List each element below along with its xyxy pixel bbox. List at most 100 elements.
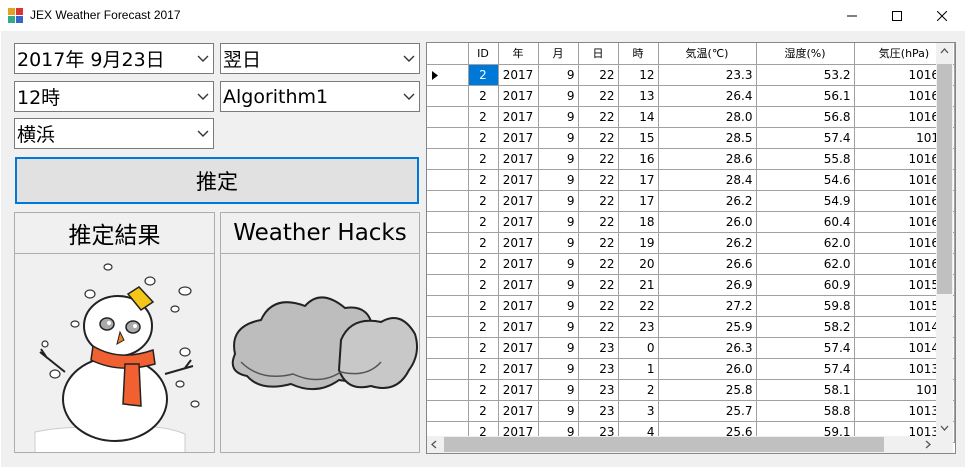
table-cell[interactable]: 9	[538, 127, 579, 149]
table-cell[interactable]: 25.8	[658, 379, 757, 401]
table-cell[interactable]: 26.3	[658, 337, 757, 359]
table-cell[interactable]: 3	[618, 400, 659, 422]
close-button[interactable]	[919, 0, 965, 31]
horizontal-scroll-thumb[interactable]	[444, 437, 884, 452]
row-header[interactable]	[427, 211, 469, 233]
table-cell[interactable]: 17	[618, 169, 659, 191]
estimate-button[interactable]: 推定	[15, 157, 419, 204]
minimize-button[interactable]	[829, 0, 875, 31]
row-header[interactable]	[427, 274, 469, 296]
table-cell[interactable]: 23	[578, 337, 619, 359]
table-cell[interactable]: 59.8	[756, 295, 855, 317]
table-row[interactable]: 2 2017 9 22 19 26.2 62.0 1016.0	[427, 232, 955, 254]
table-cell[interactable]: 2	[468, 316, 499, 338]
table-cell[interactable]: 2	[468, 295, 499, 317]
table-cell[interactable]: 57.4	[756, 358, 855, 380]
table-cell[interactable]: 56.8	[756, 106, 855, 128]
table-cell[interactable]: 12	[618, 64, 659, 86]
table-cell[interactable]: 2017	[498, 211, 539, 233]
row-header[interactable]	[427, 64, 469, 86]
date-picker[interactable]: 2017年 9月23日	[14, 43, 214, 74]
table-row[interactable]: 2 2017 9 22 16 28.6 55.8 1016.4	[427, 148, 955, 170]
table-cell[interactable]: 2	[468, 358, 499, 380]
table-cell[interactable]: 26.0	[658, 211, 757, 233]
table-cell[interactable]: 2017	[498, 106, 539, 128]
table-cell[interactable]: 26.9	[658, 274, 757, 296]
table-cell[interactable]: 16	[618, 148, 659, 170]
table-cell[interactable]: 2	[468, 400, 499, 422]
table-cell[interactable]: 28.0	[658, 106, 757, 128]
table-cell[interactable]: 19	[618, 232, 659, 254]
table-cell[interactable]: 23	[618, 316, 659, 338]
chevron-up-icon[interactable]	[940, 48, 949, 54]
table-cell[interactable]: 26.2	[658, 232, 757, 254]
table-cell[interactable]: 18	[618, 211, 659, 233]
table-cell[interactable]: 0	[618, 337, 659, 359]
table-cell[interactable]: 22	[578, 85, 619, 107]
table-cell[interactable]: 9	[538, 253, 579, 275]
table-cell[interactable]: 2017	[498, 190, 539, 212]
table-cell[interactable]: 2017	[498, 337, 539, 359]
table-cell[interactable]: 2	[468, 274, 499, 296]
table-cell[interactable]: 22	[578, 106, 619, 128]
table-cell[interactable]: 28.6	[658, 148, 757, 170]
table-cell[interactable]: 23	[578, 379, 619, 401]
row-header[interactable]	[427, 106, 469, 128]
table-row[interactable]: 2 2017 9 22 23 25.9 58.2 1014.8	[427, 316, 955, 338]
table-cell[interactable]: 2	[468, 64, 499, 86]
table-cell[interactable]: 54.9	[756, 190, 855, 212]
column-header[interactable]: 月	[538, 43, 579, 65]
table-cell[interactable]: 2	[468, 169, 499, 191]
table-cell[interactable]: 26.2	[658, 190, 757, 212]
table-cell[interactable]: 22	[578, 190, 619, 212]
table-cell[interactable]: 9	[538, 64, 579, 86]
table-row[interactable]: 2 2017 9 22 18 26.0 60.4 1016.7	[427, 211, 955, 233]
row-header[interactable]	[427, 232, 469, 254]
row-header[interactable]	[427, 190, 469, 212]
table-cell[interactable]: 25.9	[658, 316, 757, 338]
table-cell[interactable]: 2	[468, 253, 499, 275]
table-cell[interactable]: 22	[578, 148, 619, 170]
table-cell[interactable]: 28.5	[658, 127, 757, 149]
table-cell[interactable]: 54.6	[756, 169, 855, 191]
table-cell[interactable]: 28.4	[658, 169, 757, 191]
table-cell[interactable]: 9	[538, 316, 579, 338]
row-header[interactable]	[427, 295, 469, 317]
table-cell[interactable]: 22	[578, 232, 619, 254]
table-cell[interactable]: 22	[578, 211, 619, 233]
table-cell[interactable]: 22	[578, 316, 619, 338]
table-cell[interactable]: 25.7	[658, 400, 757, 422]
table-row[interactable]: 2 2017 9 22 17 26.2 54.9 1016.4	[427, 190, 955, 212]
table-row[interactable]: 2 2017 9 23 3 25.7 58.8 1013.8	[427, 400, 955, 422]
table-row[interactable]: 2 2017 9 22 14 28.0 56.8 1016.5	[427, 106, 955, 128]
table-row[interactable]: 2 2017 9 22 12 23.3 53.2 1016.7	[427, 64, 955, 86]
table-cell[interactable]: 9	[538, 337, 579, 359]
table-cell[interactable]: 2017	[498, 169, 539, 191]
table-cell[interactable]: 57.4	[756, 127, 855, 149]
table-row[interactable]: 2 2017 9 23 1 26.0 57.4 1013.3	[427, 358, 955, 380]
table-cell[interactable]: 9	[538, 379, 579, 401]
chevron-down-icon[interactable]	[197, 93, 209, 101]
table-cell[interactable]: 9	[538, 106, 579, 128]
table-cell[interactable]: 9	[538, 169, 579, 191]
table-cell[interactable]: 13	[618, 85, 659, 107]
chevron-down-icon[interactable]	[403, 93, 415, 101]
table-cell[interactable]: 2	[468, 190, 499, 212]
table-cell[interactable]: 27.2	[658, 295, 757, 317]
table-cell[interactable]: 58.1	[756, 379, 855, 401]
row-header[interactable]	[427, 127, 469, 149]
chevron-right-icon[interactable]	[925, 440, 931, 449]
table-cell[interactable]: 2	[468, 211, 499, 233]
row-header[interactable]	[427, 148, 469, 170]
table-cell[interactable]: 22	[578, 295, 619, 317]
location-select[interactable]: 横浜	[14, 118, 214, 149]
table-row[interactable]: 2 2017 9 22 22 27.2 59.8 1015.4	[427, 295, 955, 317]
table-cell[interactable]: 9	[538, 85, 579, 107]
table-cell[interactable]: 22	[618, 295, 659, 317]
table-cell[interactable]: 23.3	[658, 64, 757, 86]
column-header[interactable]: 気温(℃)	[658, 43, 757, 65]
table-cell[interactable]: 15	[618, 127, 659, 149]
chevron-down-icon[interactable]	[940, 425, 949, 431]
table-cell[interactable]: 14	[618, 106, 659, 128]
table-cell[interactable]: 2017	[498, 253, 539, 275]
